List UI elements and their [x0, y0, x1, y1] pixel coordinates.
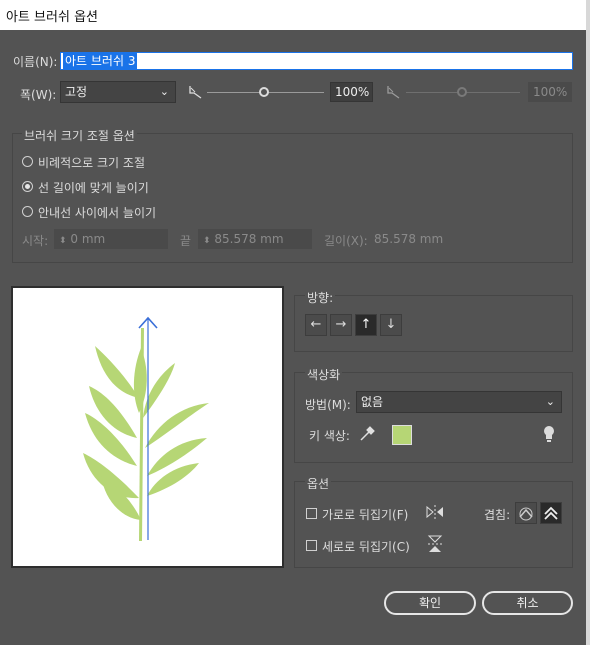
radio-button[interactable] — [22, 206, 33, 217]
colorize-title: 색상화 — [305, 366, 343, 383]
method-value: 없음 — [361, 395, 384, 409]
end-value: 85.578 mm — [214, 232, 284, 246]
length-label: 길이(X): — [324, 234, 368, 248]
width-slider-thumb[interactable] — [259, 87, 269, 97]
radio-label: 비례적으로 크기 조절 — [38, 156, 145, 170]
window-title: 아트 브러쉬 옵션 — [6, 10, 98, 25]
flip-vertical-label: 세로로 뒤집기(C) — [322, 540, 410, 554]
chevron-down-icon: ⌄ — [159, 85, 169, 98]
overlap-mode-2-button[interactable] — [540, 502, 562, 524]
chevron-down-icon: ⌄ — [545, 395, 555, 408]
width-value-field[interactable]: 100% — [330, 82, 373, 102]
start-value: 0 mm — [70, 232, 106, 246]
overlap-label: 겹침: — [484, 508, 511, 522]
flip-horizontal-icon — [425, 503, 445, 521]
stepper-icon: ⬍ — [59, 236, 67, 246]
method-select[interactable]: 없음 ⌄ — [356, 391, 562, 413]
width-label: 폭(W): — [20, 88, 57, 102]
flip-vertical-checkbox[interactable] — [306, 540, 317, 551]
flip-horizontal-checkbox[interactable] — [306, 508, 317, 519]
colorize-group — [294, 372, 573, 463]
flip-vertical-icon — [427, 534, 443, 554]
width-value-2: 100% — [533, 85, 568, 99]
width-mode-value: 고정 — [65, 85, 88, 99]
direction-down-button[interactable]: ↓ — [380, 314, 402, 336]
stepper-icon: ⬍ — [203, 236, 211, 246]
options-title: 옵션 — [305, 475, 332, 492]
tip-lightbulb-icon[interactable] — [542, 425, 556, 443]
leaf-branch-preview — [83, 316, 209, 541]
name-input[interactable]: 아트 브러쉬 3 — [60, 52, 573, 70]
ok-button[interactable]: 확인 — [384, 591, 476, 615]
radio-label: 선 길이에 맞게 늘이기 — [38, 181, 149, 195]
direction-title: 방향: — [305, 289, 336, 306]
method-label: 방법(M): — [305, 398, 351, 412]
start-field: ⬍ 0 mm — [54, 229, 168, 249]
scale-group-title: 브러쉬 크기 조절 옵션 — [22, 127, 137, 144]
flip-horizontal-label: 가로로 뒤집기(F) — [322, 508, 409, 522]
name-label: 이름(N): — [13, 55, 58, 69]
overlap-mode-1-button[interactable] — [515, 502, 537, 524]
window-edge — [586, 0, 590, 645]
key-color-swatch[interactable] — [392, 425, 412, 445]
pressure-icon-2 — [387, 85, 401, 99]
end-label: 끝 — [180, 234, 192, 248]
direction-right-button[interactable]: → — [330, 314, 352, 336]
key-color-label: 키 색상: — [309, 429, 350, 443]
direction-left-button[interactable]: ← — [305, 314, 327, 336]
brush-preview — [11, 286, 284, 568]
radio-button[interactable] — [22, 156, 33, 167]
radio-button-selected[interactable] — [22, 181, 33, 192]
start-label: 시작: — [22, 234, 49, 248]
cancel-button[interactable]: 취소 — [482, 591, 573, 615]
title-bar: 아트 브러쉬 옵션 — [0, 0, 590, 30]
direction-up-button[interactable]: ↑ — [355, 314, 377, 336]
end-field: ⬍ 85.578 mm — [198, 229, 312, 249]
width-value: 100% — [335, 85, 370, 99]
width-mode-select[interactable]: 고정 ⌄ — [60, 81, 176, 103]
pressure-icon — [189, 85, 203, 99]
width-slider-thumb-2 — [457, 87, 467, 97]
radio-label: 안내선 사이에서 늘이기 — [38, 206, 157, 220]
width-value-field-2: 100% — [528, 82, 572, 102]
name-value: 아트 브러쉬 3 — [63, 53, 138, 69]
eyedropper-icon[interactable] — [358, 425, 376, 443]
length-value: 85.578 mm — [374, 232, 444, 246]
